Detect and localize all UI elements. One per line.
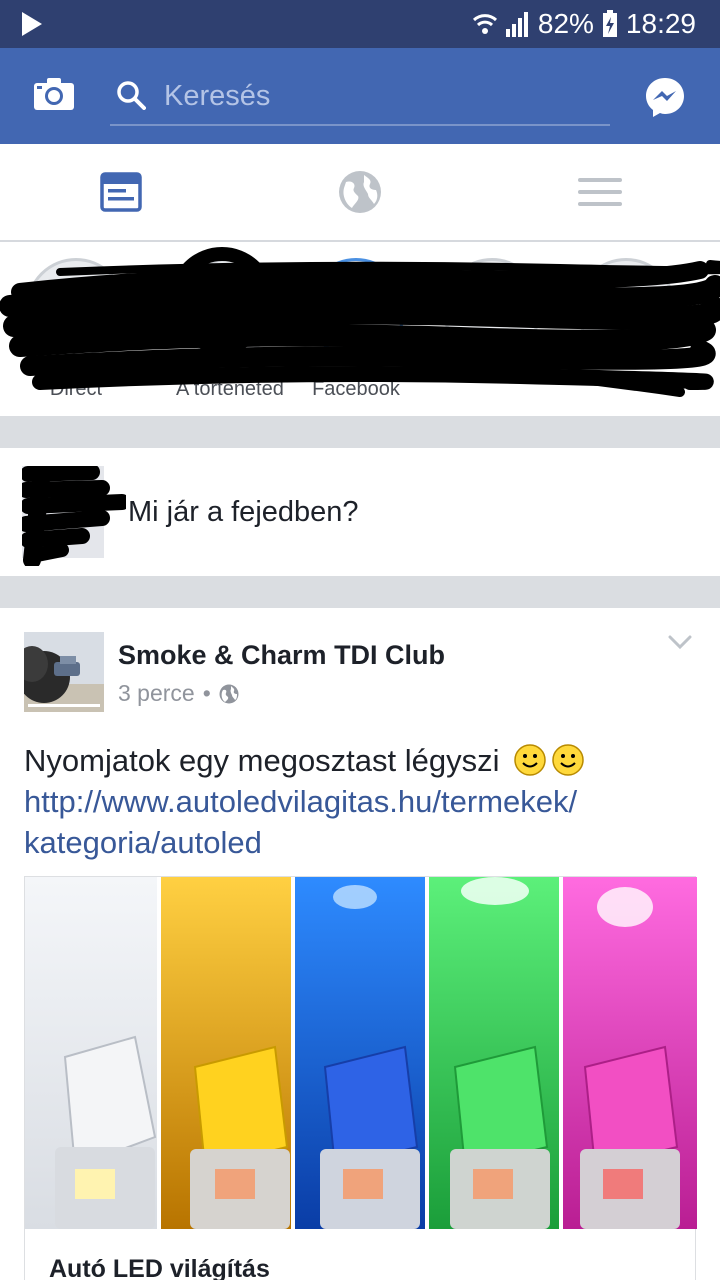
globe-icon [219,684,239,703]
redaction-scribble [0,247,720,397]
news-feed-icon [100,172,142,212]
post-link[interactable]: http://www.autoledvilagitas.hu/termekek/… [24,784,577,860]
battery-icon [602,10,618,38]
chevron-down-icon[interactable] [668,634,692,650]
smile-emoji-icon [514,744,546,776]
post-body: Nyomjatok egy megosztast légyszi http://… [24,740,704,863]
play-icon [22,12,42,36]
page-avatar[interactable] [24,632,104,712]
signal-icon [505,11,530,37]
post-message: Nyomjatok egy megosztast légyszi [24,743,500,778]
post-meta: 3 perce • [118,680,239,707]
tab-bar [0,144,720,242]
post-author[interactable]: Smoke & Charm TDI Club [118,640,445,671]
tab-notifications[interactable] [338,170,382,214]
divider [0,416,720,448]
tab-news-feed[interactable] [99,170,143,214]
battery-percent: 82% [537,8,594,39]
avatar [18,461,130,569]
composer-prompt[interactable]: Mi jár a fejedben? [128,496,359,529]
camera-icon[interactable] [34,78,74,110]
divider [0,576,720,608]
meta-separator: • [202,680,211,706]
composer[interactable]: Mi jár a fejedben? [0,448,720,576]
link-text[interactable]: http://www.autoledvilagitas.hu/termekek/ [24,784,577,819]
search-input[interactable] [164,72,584,120]
tab-menu[interactable] [578,170,622,214]
link-text[interactable]: kategoria/autoled [24,825,262,860]
app-header [0,48,720,144]
wifi-icon [472,11,498,37]
post-time[interactable]: 3 perce [118,680,195,707]
link-preview-card[interactable]: Autó LED világítás [24,876,697,1280]
menu-icon [578,178,622,206]
status-bar: 82% 18:29 [0,0,720,48]
link-preview-title[interactable]: Autó LED világítás [49,1255,270,1280]
globe-icon [339,171,381,213]
search-bar[interactable] [110,70,610,126]
smile-emoji-icon [552,744,584,776]
stories-row: Direct A történeted Facebook [0,242,720,416]
feed-post: Smoke & Charm TDI Club 3 perce • Nyomjat… [0,608,720,1280]
link-preview-image[interactable] [25,877,697,1229]
messenger-icon[interactable] [644,76,686,118]
clock: 18:29 [625,8,696,39]
search-icon [116,80,146,110]
